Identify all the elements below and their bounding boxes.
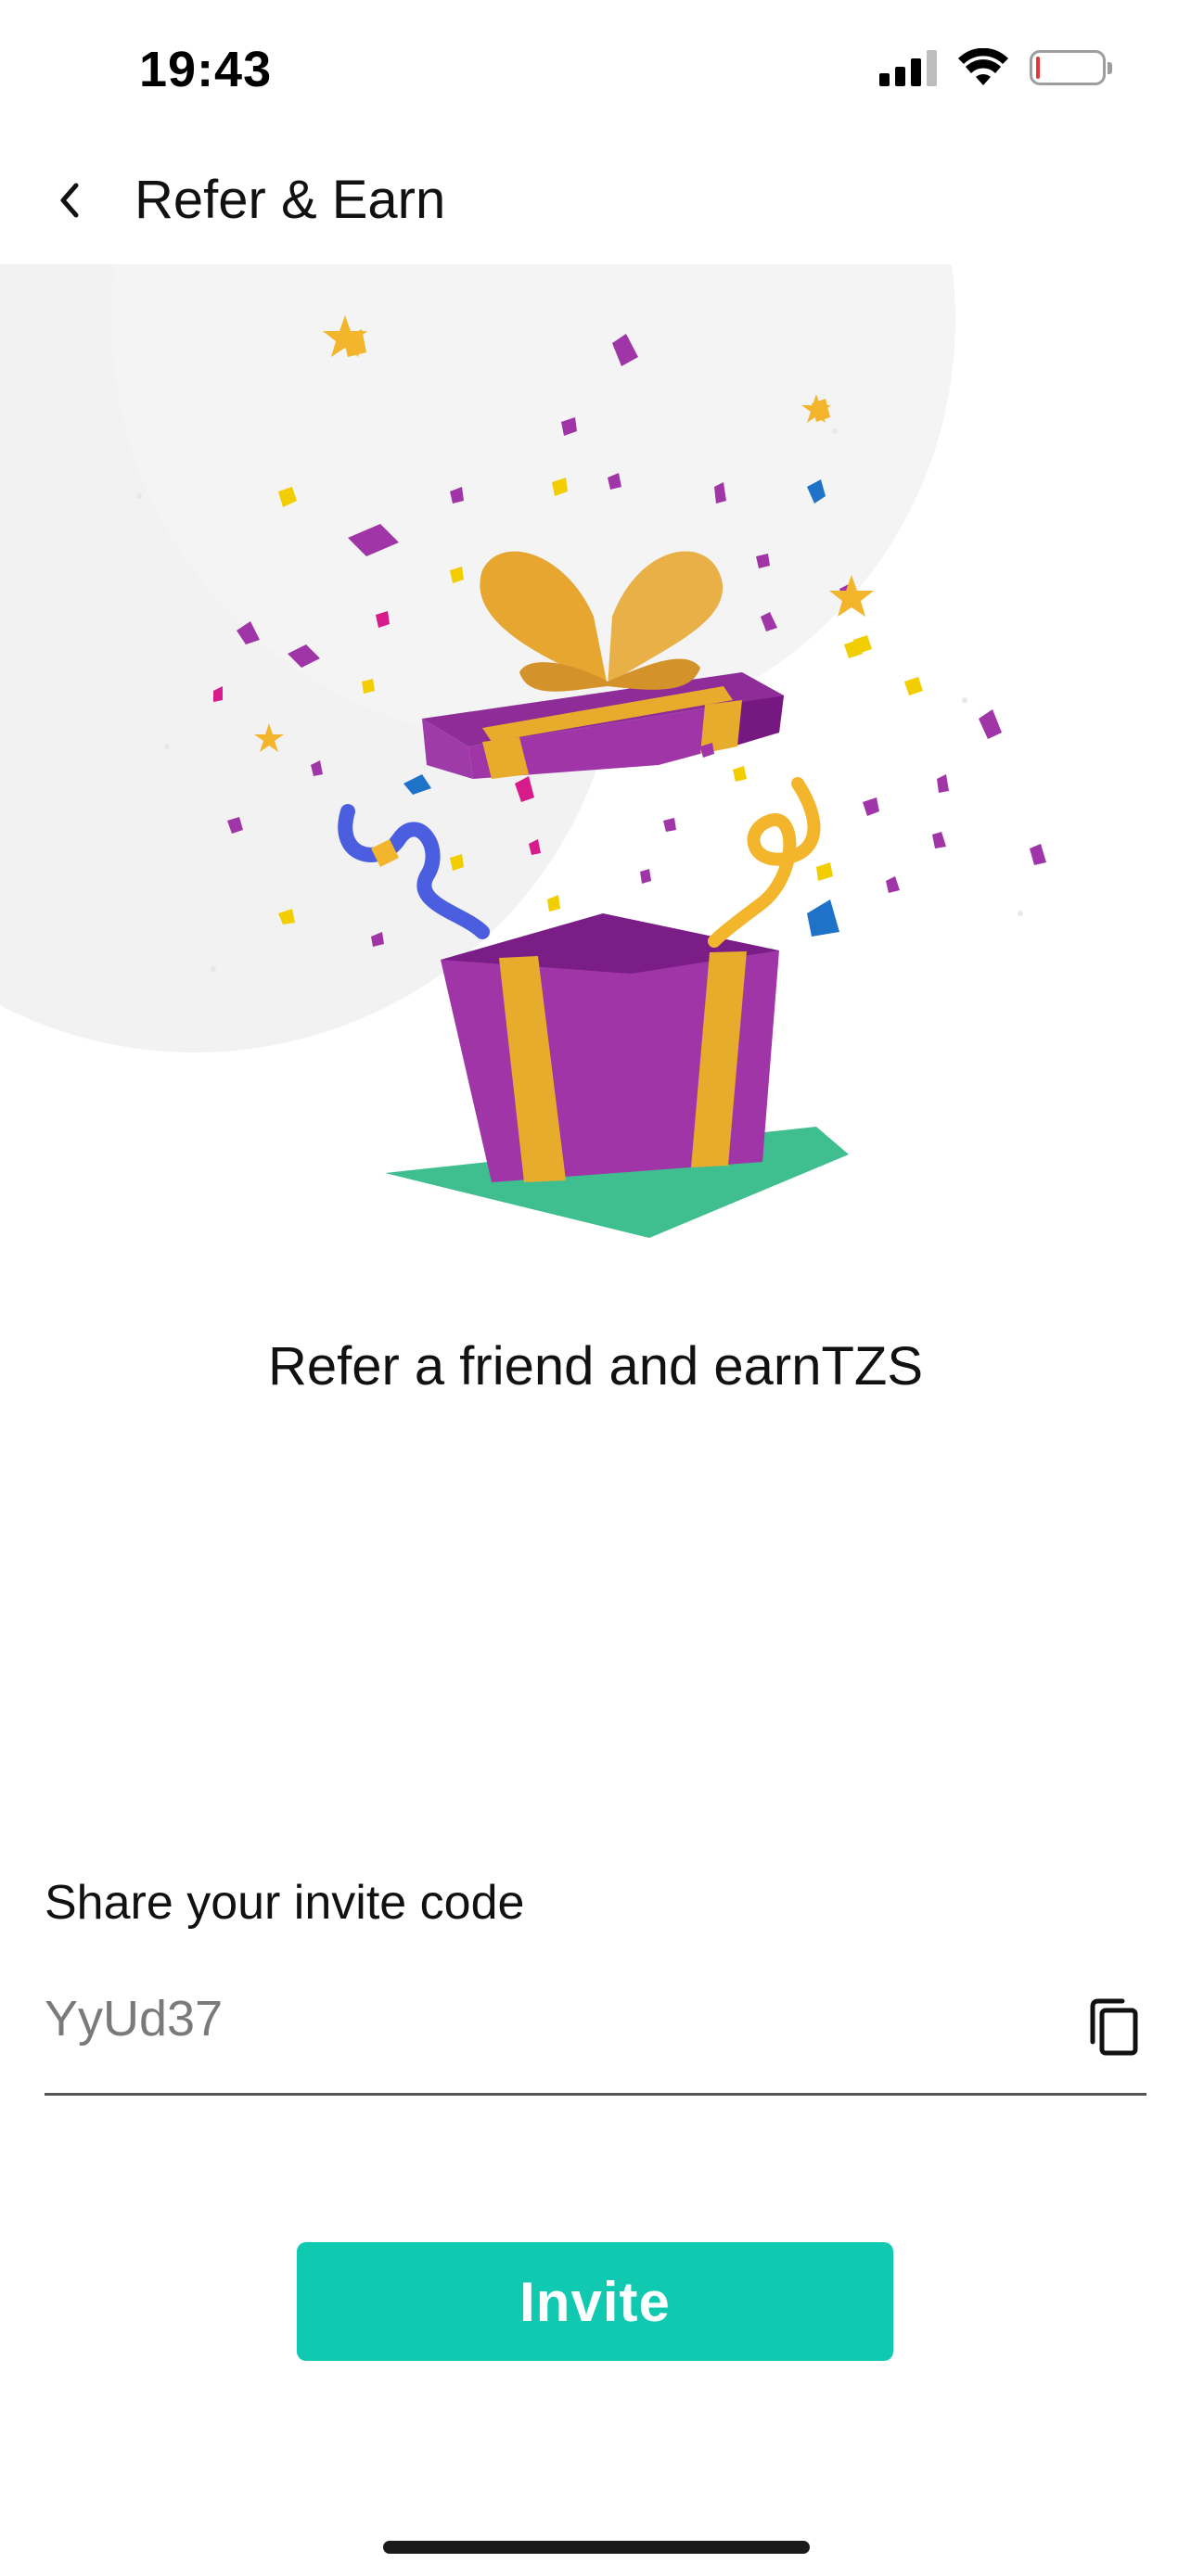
copy-code-button[interactable] — [1080, 1994, 1146, 2060]
referral-subtitle: Refer a friend and earnTZS — [267, 1336, 924, 1396]
status-icons — [879, 48, 1112, 87]
gift-illustration — [0, 264, 1191, 1284]
invite-code-field[interactable]: YyUd37 — [45, 1957, 1146, 2096]
status-bar: 19:43 — [0, 0, 1191, 139]
app-header: Refer & Earn — [0, 148, 1191, 260]
back-button[interactable] — [37, 167, 104, 234]
invite-code-value: YyUd37 — [45, 1991, 224, 2047]
wifi-icon — [958, 48, 1008, 85]
invite-button[interactable]: Invite — [297, 2242, 893, 2361]
copy-icon — [1090, 1998, 1138, 2056]
battery-icon — [1030, 50, 1112, 85]
chevron-left-icon — [60, 183, 79, 218]
home-indicator — [383, 2541, 810, 2554]
page-title: Refer & Earn — [134, 170, 446, 230]
status-time: 19:43 — [139, 42, 273, 97]
cellular-signal-icon — [879, 49, 937, 86]
invite-code-label: Share your invite code — [45, 1876, 525, 1930]
